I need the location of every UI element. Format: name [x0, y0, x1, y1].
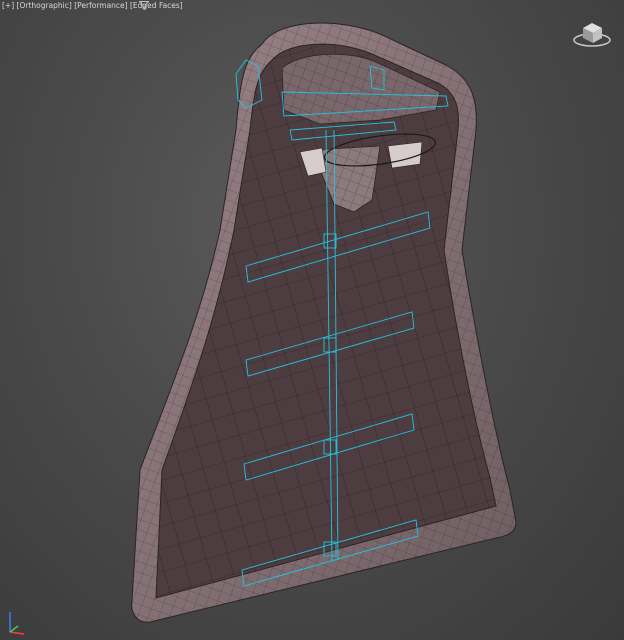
axis-tripod-icon: [9, 612, 25, 635]
viewport-scene[interactable]: [0, 0, 624, 640]
